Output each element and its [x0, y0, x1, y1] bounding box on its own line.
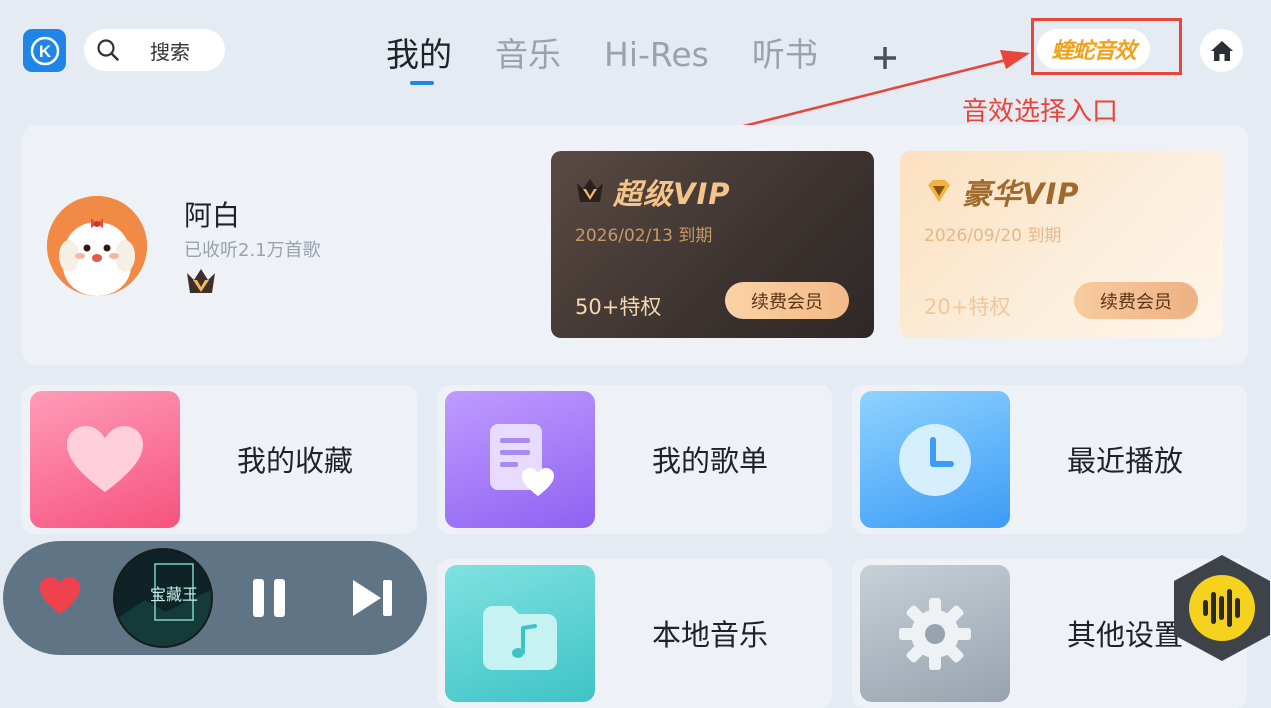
svg-text:K: K — [38, 42, 51, 61]
top-tabs: 我的 音乐 Hi-Res 听书 — [386, 33, 861, 93]
tab-hires[interactable]: Hi-Res — [604, 33, 709, 77]
clock-icon — [860, 391, 1010, 528]
vip-title: 超级VIP — [613, 177, 731, 211]
heart-icon — [30, 391, 180, 528]
app-logo[interactable]: K — [23, 29, 66, 72]
tile-label: 我的收藏 — [237, 444, 354, 478]
tile-label: 其他设置 — [1067, 618, 1184, 652]
vip-perks: 20+特权 — [924, 295, 1011, 319]
playlist-icon — [445, 391, 595, 528]
tile-favorites[interactable]: 我的收藏 — [22, 385, 417, 534]
annotation-label: 音效选择入口 — [962, 97, 1119, 127]
search-icon — [97, 39, 119, 61]
tile-label: 本地音乐 — [652, 618, 769, 652]
next-track-icon[interactable] — [351, 577, 395, 619]
renew-button[interactable]: 续费会员 — [725, 282, 849, 319]
tab-mine[interactable]: 我的 — [386, 33, 452, 85]
super-vip-card[interactable]: 超级VIP 2026/02/13 到期 50+特权 续费会员 — [551, 151, 874, 338]
tile-recent[interactable]: 最近播放 — [852, 385, 1247, 534]
voice-assistant-button[interactable] — [1170, 553, 1271, 663]
renew-button[interactable]: 续费会员 — [1074, 282, 1198, 319]
vip-perks: 50+特权 — [575, 295, 662, 319]
crown-icon[interactable] — [184, 266, 218, 298]
home-button[interactable] — [1200, 29, 1243, 72]
mini-player[interactable]: 宝藏王 — [3, 541, 427, 655]
kugou-logo-icon: K — [30, 36, 59, 65]
sound-effects-button[interactable]: 蝰蛇音效 — [1037, 29, 1150, 69]
vip-expire: 2026/02/13 到期 — [575, 226, 713, 246]
vip-title: 豪华VIP — [962, 177, 1080, 211]
home-icon — [1210, 40, 1233, 61]
luxury-vip-card[interactable]: 豪华VIP 2026/09/20 到期 20+特权 续费会员 — [900, 151, 1223, 338]
folder-music-icon — [445, 565, 595, 702]
gear-icon — [860, 565, 1010, 702]
album-cover-text: 宝藏王 — [150, 585, 198, 604]
tab-music[interactable]: 音乐 — [495, 33, 561, 77]
tab-audiobooks[interactable]: 听书 — [752, 33, 818, 77]
vip-expire: 2026/09/20 到期 — [924, 226, 1062, 246]
super-vip-crown-icon — [577, 179, 603, 202]
plus-icon — [874, 47, 896, 69]
pause-icon[interactable] — [249, 577, 289, 619]
search-label: 搜索 — [150, 39, 190, 64]
tile-playlists[interactable]: 我的歌单 — [437, 385, 832, 534]
album-cover[interactable]: 宝藏王 — [113, 548, 213, 648]
tile-local-music[interactable]: 本地音乐 — [437, 559, 832, 708]
user-name[interactable]: 阿白 — [184, 194, 240, 234]
tile-label: 我的歌单 — [652, 444, 769, 478]
diamond-icon — [928, 180, 950, 202]
search-bar[interactable]: 搜索 — [84, 29, 225, 71]
avatar-image — [47, 196, 147, 296]
like-heart-icon[interactable] — [38, 576, 82, 616]
tile-label: 最近播放 — [1067, 444, 1184, 478]
avatar[interactable] — [47, 196, 147, 296]
add-tab-button[interactable] — [867, 36, 903, 80]
listen-count: 已收听2.1万首歌 — [184, 240, 321, 261]
